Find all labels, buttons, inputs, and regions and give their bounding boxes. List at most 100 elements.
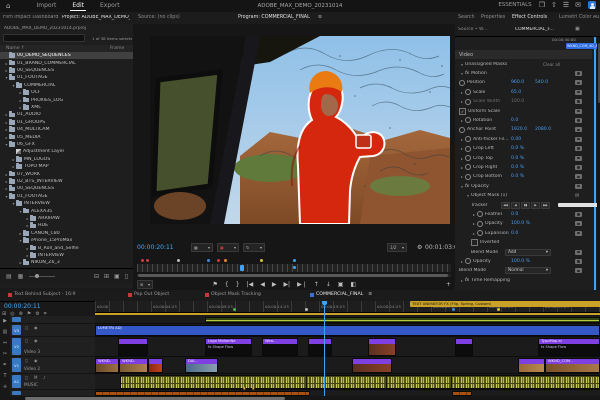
stopwatch-icon[interactable] — [477, 211, 483, 218]
tree-item[interactable]: ▸ 01_GROUPS — [0, 118, 133, 126]
keyframe-camera-icon[interactable] — [575, 164, 582, 170]
clip-graphic[interactable] — [118, 338, 148, 356]
track-target-toggle[interactable] — [12, 391, 21, 395]
clip-adjustment-lumetri[interactable]: LUMETRI ADJ — [95, 325, 600, 336]
track-visibility-icon[interactable]: ◉ — [34, 325, 38, 330]
tree-item[interactable]: Adjustment Layer — [0, 148, 133, 155]
clip-graphic[interactable]: Logo MotionNe fx Shape Flow — [205, 338, 252, 356]
mask-view-dropdown[interactable]: ▦ ▾ — [191, 243, 213, 252]
track-name[interactable]: Video 2 — [24, 367, 40, 372]
program-current-timecode[interactable]: 00:00:20:11 — [137, 244, 174, 251]
clip-video[interactable]: DAL.. — [185, 358, 218, 373]
ec-label[interactable]: Motion — [471, 71, 487, 76]
track-header-v3[interactable]: V3 ◻ ◉ — [10, 324, 95, 337]
stopwatch-icon[interactable] — [465, 155, 471, 162]
share-icon[interactable]: ⇧ — [551, 1, 557, 9]
stopwatch-icon[interactable] — [477, 220, 483, 227]
ec-label[interactable]: Scale — [473, 90, 485, 95]
workspace-label[interactable]: ESSENTIALS — [498, 2, 531, 8]
ec-label[interactable]: Inverted — [480, 240, 499, 245]
ripple-edit-tool[interactable]: ⇔ — [0, 338, 10, 349]
stopwatch-icon[interactable] — [465, 117, 471, 124]
stopwatch-icon[interactable] — [465, 164, 471, 171]
marker-dot[interactable] — [141, 258, 144, 262]
ec-value[interactable]: 1920.0 — [511, 127, 527, 132]
column-name[interactable]: Name ↑ — [6, 46, 25, 51]
ec-label[interactable]: Opacity — [473, 259, 491, 264]
extract-button[interactable]: ↓ — [326, 281, 331, 288]
tab-search[interactable]: Search — [458, 15, 474, 20]
tree-item[interactable]: ▸ INTERVIEW — [0, 252, 133, 259]
mark-out-button[interactable]: } — [236, 281, 240, 288]
ec-value[interactable]: 0.0 % — [511, 165, 524, 170]
menu-import[interactable]: Import — [34, 1, 58, 11]
ruler-marker[interactable] — [497, 308, 500, 311]
track-name[interactable]: Video 3 — [24, 350, 40, 355]
keyframe-camera-icon[interactable] — [575, 230, 582, 236]
clip-graphic[interactable] — [368, 338, 396, 356]
add-marker-button[interactable]: ⚑ — [213, 281, 218, 288]
keyframe-camera-icon[interactable] — [575, 70, 582, 76]
marker-color-dropdown[interactable]: ▣ ▾ — [217, 243, 239, 252]
track-header-v1[interactable]: V1 ◻ ◉ Video 2 — [10, 357, 95, 374]
type-tool[interactable]: T — [0, 371, 10, 382]
monitor-time-ruler[interactable] — [137, 264, 451, 272]
ec-clip-tab[interactable]: COMMERCIAL_F... — [515, 27, 569, 32]
ec-label[interactable]: Crop Right — [473, 165, 497, 170]
ec-source-tab[interactable]: Source • W... — [458, 27, 510, 32]
loop-dropdown[interactable]: ↻ ▾ — [243, 243, 265, 252]
track-forward-fast-button[interactable]: ▶▶ — [541, 201, 550, 209]
ec-value[interactable]: 100.0 — [511, 99, 524, 104]
ec-label[interactable]: Crop Left — [473, 146, 494, 151]
comment-icon[interactable]: ✉ — [575, 193, 579, 199]
tab-project[interactable]: Project: ADOBE_MAX_DEMO_20231014 — [62, 15, 130, 20]
pause-tracking-button[interactable]: ▮▮ — [521, 201, 530, 209]
keyframe-camera-icon[interactable] — [575, 268, 582, 274]
keyframe-camera-icon[interactable] — [575, 249, 582, 255]
clip-audio-music[interactable] — [120, 375, 600, 389]
user-avatar[interactable] — [588, 1, 596, 9]
ec-label[interactable]: Anchor Point — [467, 127, 496, 132]
tree-item[interactable]: ▸ 02_BTS_INTERVIEW — [0, 178, 133, 185]
ec-label[interactable]: Scale Width — [473, 99, 500, 104]
tree-item[interactable]: ▾ 01_FOOTAGE — [0, 74, 133, 81]
menu-edit[interactable]: Edit — [70, 1, 86, 11]
tree-item[interactable]: ▸ 00_SEQUENCES — [0, 67, 133, 74]
monitor-settings-icon[interactable]: ⚙ — [417, 244, 422, 251]
track-header-a1[interactable]: A1 ◻ M ♪ MUSIC — [10, 374, 95, 390]
ec-value-2[interactable]: 540.0 — [535, 80, 548, 85]
keyframe-camera-icon[interactable] — [575, 127, 582, 133]
ec-value[interactable]: 0.0 % — [511, 174, 524, 179]
ec-label[interactable]: Unassigned Masks — [465, 62, 507, 67]
tree-item[interactable]: ▾ COMMERCIAL — [0, 81, 133, 89]
stopwatch-icon[interactable] — [465, 145, 471, 152]
timeline-tab-commercial-final[interactable]: COMMERCIAL_FINAL ≡ — [310, 292, 372, 297]
ec-label[interactable]: Object Mask (1) — [471, 193, 507, 198]
ec-value[interactable]: 100.0 % — [511, 259, 530, 264]
ec-label[interactable]: Uniform Scale — [468, 109, 500, 114]
track-lock-icon[interactable]: ◻ — [25, 338, 28, 343]
button-editor-icon[interactable]: + — [446, 281, 451, 288]
ec-value[interactable]: 65.0 — [511, 90, 521, 95]
ec-label[interactable]: Time Remapping — [471, 278, 510, 283]
tab-film-impact-dashboard[interactable]: Film Impact Dashboard — [3, 15, 59, 20]
track-mute-icon[interactable]: M — [34, 375, 37, 380]
selection-tool[interactable]: ▶ — [0, 316, 10, 327]
tree-item[interactable]: ▸ 04_MULTICAM — [0, 126, 133, 133]
go-to-out-button[interactable]: ▶❘ — [297, 281, 307, 288]
tab-properties[interactable]: Properties — [481, 15, 505, 20]
panel-menu-icon[interactable]: ≡ — [368, 292, 372, 297]
tree-item[interactable]: ▸ 01_BRAND_COMMERCIAL — [0, 59, 133, 66]
ruler-marker[interactable] — [305, 308, 308, 311]
clip-video[interactable] — [352, 358, 392, 373]
tree-item[interactable]: ▸ OCF — [0, 89, 133, 96]
track-lock-icon[interactable]: ◻ — [25, 358, 28, 363]
pen-tool[interactable]: ✒ — [0, 360, 10, 371]
checkbox-checked[interactable]: ✓ — [459, 107, 466, 115]
keyframe-camera-icon[interactable] — [575, 136, 582, 142]
ec-label[interactable]: Expansion — [485, 231, 509, 236]
track-visibility-icon[interactable]: ◉ — [34, 338, 38, 343]
track-backward-button[interactable]: ◀ — [511, 201, 520, 209]
clip-video[interactable]: WKND. — [95, 358, 119, 373]
marker-dot[interactable] — [207, 258, 210, 262]
